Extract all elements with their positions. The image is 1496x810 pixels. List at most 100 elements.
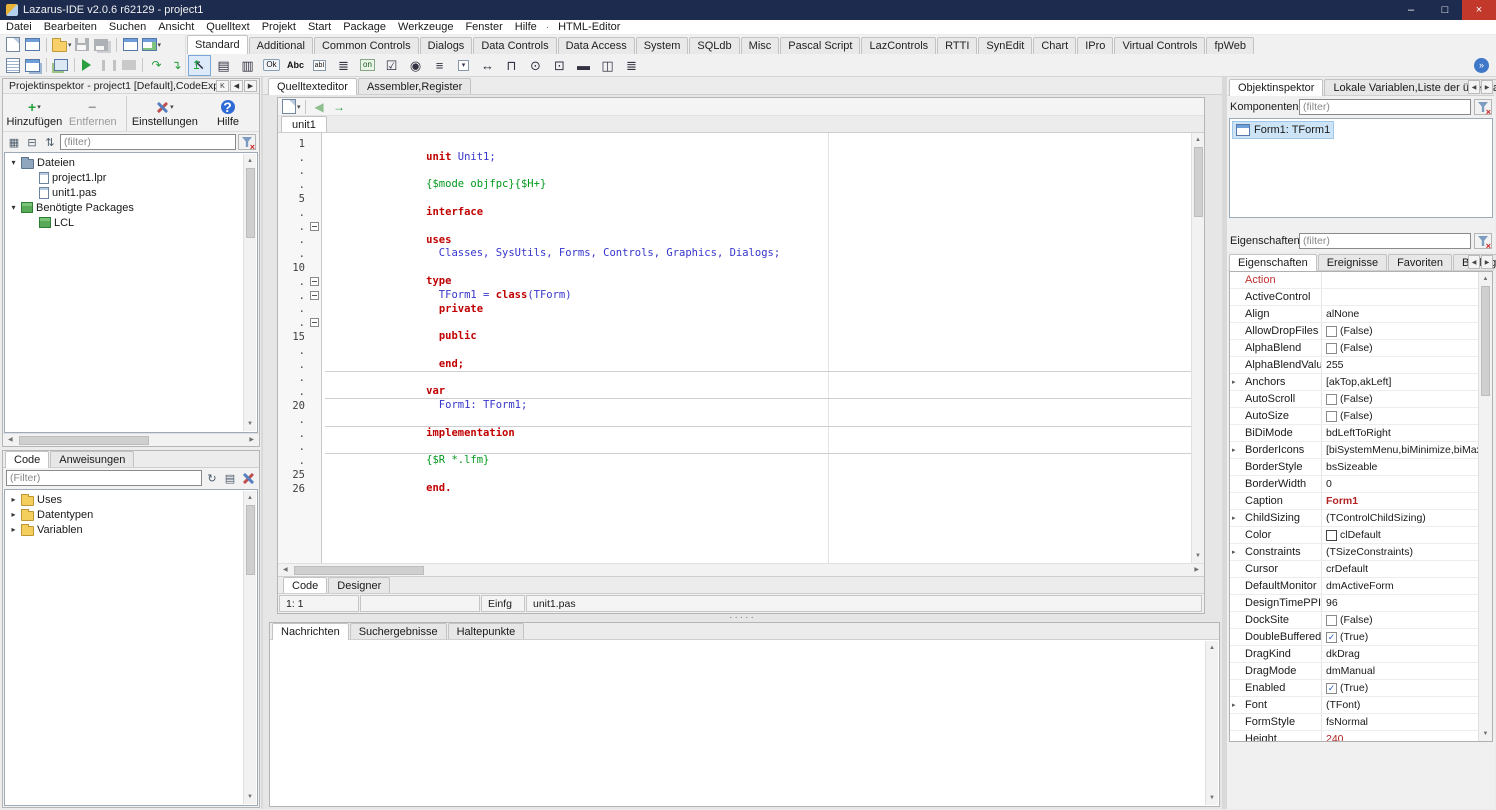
property-row[interactable]: Caption Form1 [1230,493,1478,510]
collapse-all-button[interactable]: ⊟ [24,134,40,150]
property-row[interactable]: ActiveControl [1230,289,1478,306]
property-row[interactable]: FormStyle fsNormal [1230,714,1478,731]
new-unit-button[interactable] [3,36,23,54]
options-button[interactable] [240,470,256,486]
property-row[interactable]: ▸ ChildSizing (TControlChildSizing) [1230,510,1478,527]
component-tscrollbar[interactable]: ↔ [476,55,499,76]
palette-tab-data-controls[interactable]: Data Controls [473,37,556,54]
run-button[interactable] [79,56,99,74]
menu-suchen[interactable]: Suchen [103,20,152,34]
palette-tab-data-access[interactable]: Data Access [558,37,635,54]
code-fold-icon[interactable] [310,318,319,327]
scroll-down-icon[interactable]: ▼ [1195,549,1201,563]
step-over-button[interactable]: ↷ [147,56,167,74]
checkbox-icon[interactable] [1326,632,1337,643]
dock-header-prev-button[interactable]: ◀ [230,80,243,92]
maximize-button[interactable]: □ [1428,0,1462,20]
refresh-button[interactable]: ↻ [204,470,220,486]
property-row[interactable]: Color clDefault [1230,527,1478,544]
add-button[interactable]: +▾ Hinzufügen [5,96,64,131]
tab-quelltexteditor[interactable]: Quelltexteditor [268,78,357,95]
property-row[interactable]: BorderStyle bsSizeable [1230,459,1478,476]
palette-tab-virtual-controls[interactable]: Virtual Controls [1114,37,1205,54]
scroll-down-icon[interactable]: ▼ [1209,791,1215,805]
code-explorer-item-datentypen[interactable]: ▸ Datentypen [5,507,257,522]
property-row[interactable]: DragMode dmManual [1230,663,1478,680]
scroll-up-icon[interactable]: ▲ [1195,133,1201,147]
component-tframe[interactable]: ◫ [596,55,619,76]
scrollbar-thumb[interactable] [1481,286,1490,396]
property-row[interactable]: AlphaBlendValu 255 [1230,357,1478,374]
tree-item-dateien[interactable]: ▾ Dateien [5,155,257,170]
checkbox-icon[interactable] [1326,343,1337,354]
menu-projekt[interactable]: Projekt [256,20,302,34]
tabs-prev-button[interactable]: ◀ [1468,255,1480,269]
expand-icon[interactable]: ▸ [1232,378,1236,386]
toggle-form-unit-button[interactable] [51,56,71,74]
property-row[interactable]: BorderWidth 0 [1230,476,1478,493]
tree-item-unit1-pas[interactable]: unit1.pas [5,185,257,200]
remove-button[interactable]: − Entfernen [64,96,122,131]
palette-tab-chart[interactable]: Chart [1033,37,1076,54]
editor-popup-button[interactable]: ▾ [281,98,302,116]
messages-content[interactable]: ▲ ▼ [270,640,1219,806]
category-button[interactable]: ▤ [222,470,238,486]
tabs-next-button[interactable]: ▶ [1481,80,1493,94]
messages-tab-nachrichten[interactable]: Nachrichten [272,623,349,640]
new-window-button[interactable] [121,36,141,54]
minimize-button[interactable]: – [1394,0,1428,20]
property-row[interactable]: Action [1230,272,1478,289]
component-tactionlist[interactable]: ≣ [620,55,643,76]
property-row[interactable]: Cursor crDefault [1230,561,1478,578]
titlebar[interactable]: Lazarus-IDE v2.0.6 r62129 - project1 – □… [0,0,1496,20]
palette-tab-ipro[interactable]: IPro [1077,37,1113,54]
scroll-up-icon[interactable]: ▲ [1483,272,1489,286]
messages-tab-haltepunkte[interactable]: Haltepunkte [448,623,525,639]
open-button[interactable]: ▾ [51,36,73,54]
scrollbar-thumb[interactable] [1194,147,1203,217]
sort-button[interactable]: ⇅ [42,134,58,150]
menu-bearbeiten[interactable]: Bearbeiten [38,20,103,34]
pause-button[interactable] [99,56,119,74]
property-row[interactable]: AutoScroll (False) [1230,391,1478,408]
code-explorer-item-uses[interactable]: ▸ Uses [5,492,257,507]
checkbox-icon[interactable] [1326,683,1337,694]
project-inspector-filter-input[interactable] [60,134,236,150]
property-row[interactable]: DefaultMonitor dmActiveForm [1230,578,1478,595]
tabs-prev-button[interactable]: ◀ [1468,80,1480,94]
close-button[interactable]: × [1462,0,1496,20]
view-units-button[interactable] [3,56,23,74]
code-fold-icon[interactable] [310,222,319,231]
property-row[interactable]: DragKind dkDrag [1230,646,1478,663]
editor-tab-code[interactable]: Code [283,577,327,594]
property-row[interactable]: ▸ BorderIcons [biSystemMenu,biMinimize,b… [1230,442,1478,459]
property-row[interactable]: Height 240 [1230,731,1478,742]
editor-tab-designer[interactable]: Designer [328,577,390,593]
component-item-form1[interactable]: Form1: TForm1 [1233,122,1333,138]
scrollbar-thumb[interactable] [19,436,149,445]
project-tree-vscrollbar[interactable]: ▲ ▼ [243,154,256,431]
property-row[interactable]: ▸ Font (TFont) [1230,697,1478,714]
build-mode-button[interactable]: ▾ [141,36,163,54]
property-row[interactable]: DoubleBuffered (True) [1230,629,1478,646]
jump-back-button[interactable]: ◀ [310,98,330,116]
code-explorer-vscrollbar[interactable]: ▲ ▼ [243,491,256,804]
menu-fenster[interactable]: Fenster [459,20,508,34]
component-tgroupbox[interactable]: ⊓ [500,55,523,76]
property-grid-vscrollbar[interactable]: ▲ ▼ [1478,272,1492,741]
tree-item-lcl[interactable]: LCL [5,215,257,230]
code-fold-icon[interactable] [310,277,319,286]
property-row[interactable]: AutoSize (False) [1230,408,1478,425]
tree-item-benoetigte-packages[interactable]: ▾ Benötigte Packages [5,200,257,215]
component-tmemo[interactable]: ≣ [332,55,355,76]
component-ttogglebox[interactable]: on [356,55,379,76]
scroll-up-icon[interactable]: ▲ [1209,641,1215,655]
step-out-button[interactable]: ↥ [187,56,207,74]
expander-icon[interactable]: ▸ [9,525,18,534]
code-editor[interactable]: 1 . . . 5 [278,133,1204,563]
palette-tab-fpweb[interactable]: fpWeb [1206,37,1254,54]
scroll-up-icon[interactable]: ▲ [247,154,253,168]
editor-hscrollbar[interactable]: ◀ ▶ [278,563,1204,576]
expander-icon[interactable]: ▾ [9,158,18,167]
scroll-down-icon[interactable]: ▼ [247,417,253,431]
